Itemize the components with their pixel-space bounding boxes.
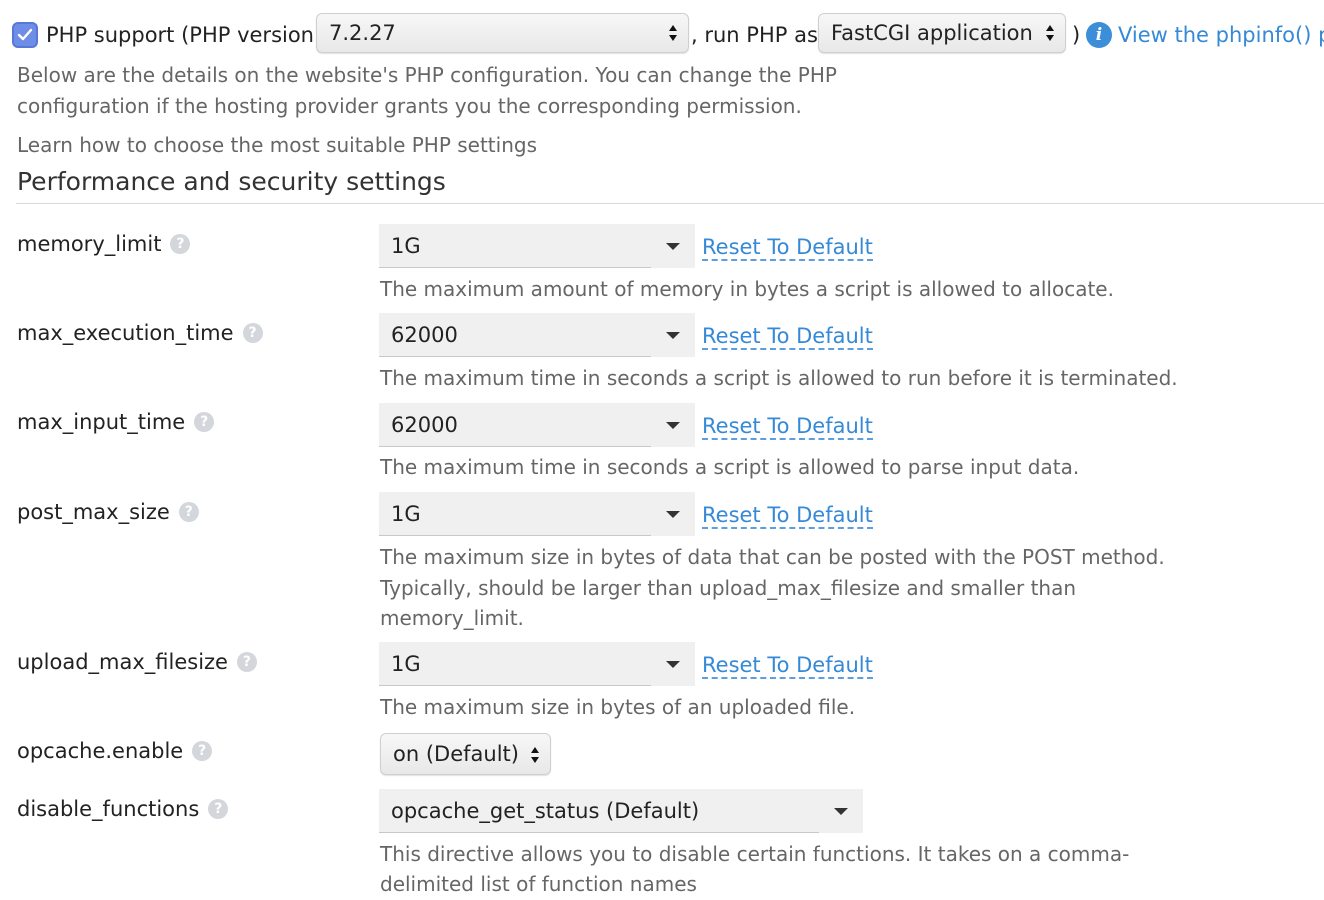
learn-php-settings-link[interactable]: Learn how to choose the most suitable PH… [17,130,537,161]
setting-name: memory_limit [17,232,162,256]
opcache-enable-select[interactable]: on (Default) [380,733,551,775]
setting-name: disable_functions [17,797,200,821]
upload-max-filesize-description: The maximum size in bytes of an uploaded… [380,695,856,719]
dropdown-arrow-icon[interactable] [651,313,695,357]
help-icon[interactable]: ? [170,234,191,254]
intro-line-2: configuration if the hosting provider gr… [17,94,802,118]
max-execution-time-combo[interactable]: 62000 [379,313,695,357]
disable-functions-combo[interactable]: opcache_get_status (Default) [379,789,863,833]
setting-label-disable-functions: disable_functions ? [17,797,229,821]
setting-label-max-input-time: max_input_time ? [17,410,215,434]
dropdown-arrow-icon[interactable] [651,492,695,536]
dropdown-arrow-icon[interactable] [651,224,695,268]
setting-name: max_input_time [17,410,186,434]
setting-label-memory-limit: memory_limit ? [17,232,191,256]
upload-max-filesize-value[interactable]: 1G [379,642,651,686]
disable-functions-description-1: This directive allows you to disable cer… [380,842,1130,866]
dropdown-arrow-icon[interactable] [819,789,863,833]
php-support-checkbox[interactable] [12,22,38,48]
reset-default-upload-max-filesize[interactable]: Reset To Default [702,653,873,679]
php-version-value: 7.2.27 [329,21,396,45]
help-icon[interactable]: ? [192,741,213,761]
setting-label-max-execution-time: max_execution_time ? [17,321,263,345]
intro-line-1: Below are the details on the website's P… [17,63,837,87]
post-max-size-value[interactable]: 1G [379,492,651,536]
memory-limit-combo[interactable]: 1G [379,224,695,268]
updown-arrows-icon [669,25,677,41]
post-max-size-combo[interactable]: 1G [379,492,695,536]
php-handler-select[interactable]: FastCGI application [818,13,1066,53]
setting-label-upload-max-filesize: upload_max_filesize ? [17,650,257,674]
setting-name: max_execution_time [17,321,234,345]
help-icon[interactable]: ? [208,799,229,819]
memory-limit-description: The maximum amount of memory in bytes a … [380,277,1114,301]
reset-default-memory-limit[interactable]: Reset To Default [702,235,873,261]
disable-functions-value[interactable]: opcache_get_status (Default) [379,789,819,833]
max-execution-time-description: The maximum time in seconds a script is … [380,366,1178,390]
memory-limit-value[interactable]: 1G [379,224,651,268]
setting-label-opcache-enable: opcache.enable ? [17,739,213,763]
updown-arrows-icon [1046,25,1054,41]
info-icon: i [1086,22,1112,48]
help-icon[interactable]: ? [242,323,263,343]
reset-default-post-max-size[interactable]: Reset To Default [702,503,873,529]
setting-label-post-max-size: post_max_size ? [17,500,199,524]
php-version-select[interactable]: 7.2.27 [316,13,689,53]
post-max-size-description-2: Typically, should be larger than upload_… [380,576,1077,600]
run-php-as-label: , run PHP as [691,23,818,47]
disable-functions-description-2: delimited list of function names [380,872,697,896]
close-paren: ) [1072,23,1081,47]
help-icon[interactable]: ? [178,502,199,522]
phpinfo-link[interactable]: View the phpinfo() p [1118,22,1324,48]
setting-name: upload_max_filesize [17,650,228,674]
php-handler-value: FastCGI application [831,21,1033,45]
upload-max-filesize-combo[interactable]: 1G [379,642,695,686]
max-execution-time-value[interactable]: 62000 [379,313,651,357]
opcache-enable-value: on (Default) [393,742,519,766]
setting-name: post_max_size [17,500,170,524]
setting-name: opcache.enable [17,739,184,763]
max-input-time-value[interactable]: 62000 [379,403,651,447]
section-title: Performance and security settings [17,167,446,196]
reset-default-max-input-time[interactable]: Reset To Default [702,414,873,440]
reset-default-max-execution-time[interactable]: Reset To Default [702,324,873,350]
help-icon[interactable]: ? [236,652,257,672]
help-icon[interactable]: ? [194,412,215,432]
section-divider [16,203,1324,204]
dropdown-arrow-icon[interactable] [651,642,695,686]
post-max-size-description-1: The maximum size in bytes of data that c… [380,545,1165,569]
max-input-time-description: The maximum time in seconds a script is … [380,455,1080,479]
checkmark-icon [17,28,33,41]
php-support-label: PHP support (PHP version [46,23,314,47]
dropdown-arrow-icon[interactable] [651,403,695,447]
max-input-time-combo[interactable]: 62000 [379,403,695,447]
updown-arrows-icon [531,747,539,763]
post-max-size-description-3: memory_limit. [380,606,524,630]
